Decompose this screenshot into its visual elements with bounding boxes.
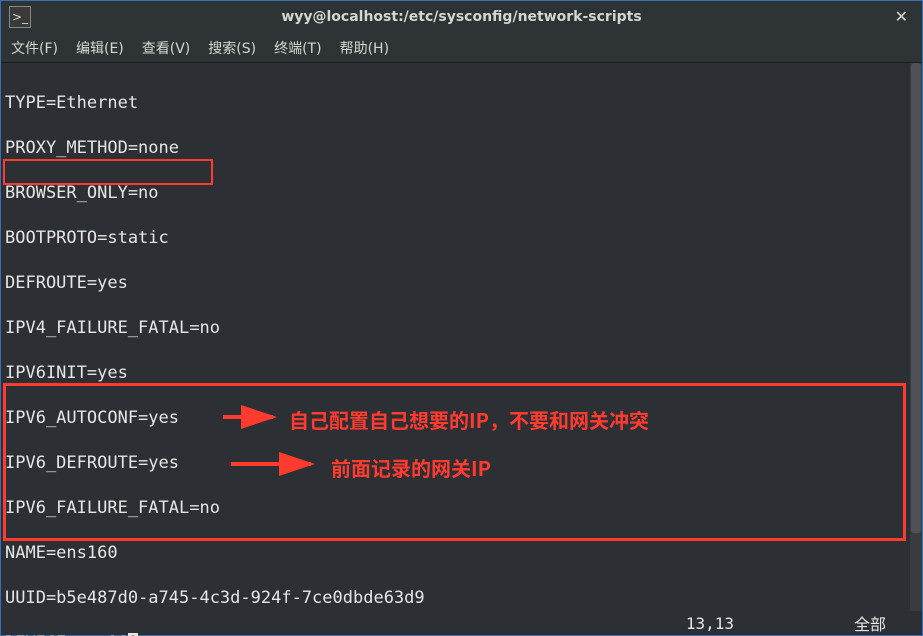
config-line: IPV6INIT=yes [5, 362, 906, 385]
config-line: IPV6_FAILURE_FATAL=no [5, 497, 906, 520]
menu-view[interactable]: 查看(V) [142, 38, 191, 58]
titlebar: >_ wyy@localhost:/etc/sysconfig/network-… [1, 1, 922, 33]
terminal-window: >_ wyy@localhost:/etc/sysconfig/network-… [0, 0, 923, 636]
config-line: BROWSER_ONLY=no [5, 182, 906, 205]
menu-file[interactable]: 文件(F) [11, 38, 58, 58]
config-line: TYPE=Ethernet [5, 92, 906, 115]
config-line: DEFROUTE=yes [5, 272, 906, 295]
editor-content[interactable]: TYPE=Ethernet PROXY_METHOD=none BROWSER_… [1, 63, 910, 611]
editor-area[interactable]: TYPE=Ethernet PROXY_METHOD=none BROWSER_… [1, 63, 922, 611]
config-line: NAME=ens160 [5, 542, 906, 565]
window-title: wyy@localhost:/etc/sysconfig/network-scr… [1, 9, 922, 25]
close-button[interactable]: ✕ [895, 7, 908, 26]
close-icon: ✕ [895, 7, 908, 26]
menu-help[interactable]: 帮助(H) [340, 38, 389, 58]
terminal-icon: >_ [9, 6, 31, 28]
config-line: IPV6_DEFROUTE=yes [5, 452, 906, 475]
scrollbar-thumb[interactable] [911, 63, 921, 533]
config-line: UUID=b5e487d0-a745-4c3d-924f-7ce0dbde63d… [5, 587, 906, 610]
menu-terminal[interactable]: 终端(T) [274, 38, 321, 58]
config-line: PROXY_METHOD=none [5, 137, 906, 160]
menu-search[interactable]: 搜索(S) [208, 38, 256, 58]
config-line: DEVICE=ens160 [5, 632, 906, 636]
menubar: 文件(F) 编辑(E) 查看(V) 搜索(S) 终端(T) 帮助(H) [1, 33, 922, 63]
scrollbar[interactable] [910, 63, 922, 611]
menu-edit[interactable]: 编辑(E) [76, 38, 124, 58]
config-line: IPV4_FAILURE_FATAL=no [5, 317, 906, 340]
config-line: BOOTPROTO=static [5, 227, 906, 250]
config-line: IPV6_AUTOCONF=yes [5, 407, 906, 430]
text-cursor: 0 [128, 633, 138, 636]
